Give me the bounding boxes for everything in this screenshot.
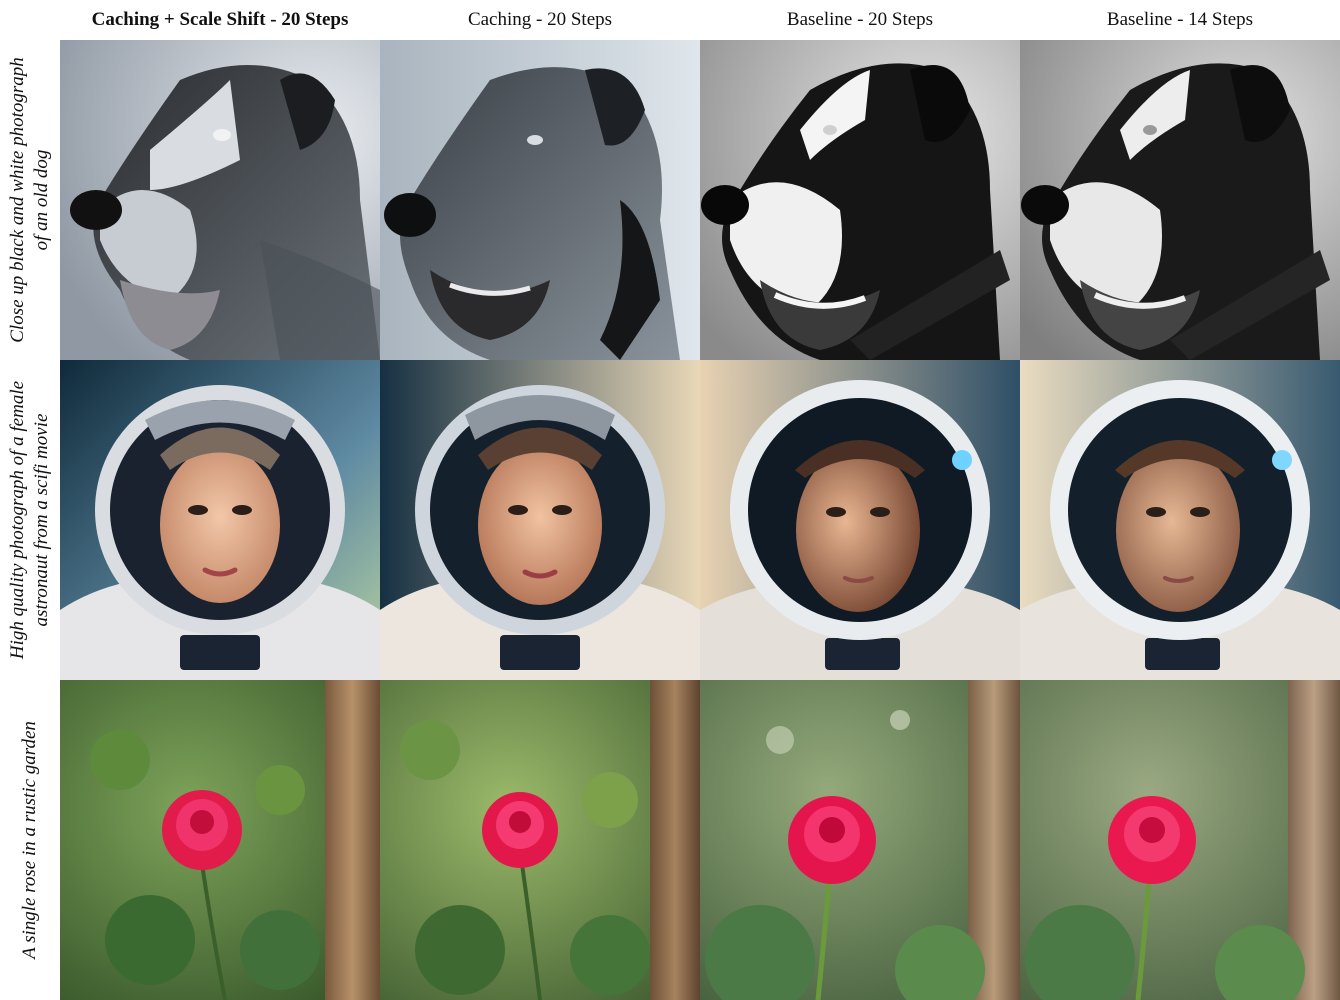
row-label-dog: Close up black and white photograph of a… (0, 40, 60, 360)
column-header-caching: Caching - 20 Steps (467, 9, 613, 30)
image-dog-baseline-14 (1020, 40, 1340, 360)
row-label-astronaut-line2: astronaut from a scifi movie (31, 413, 52, 627)
image-astronaut-caching-scale-shift (60, 360, 380, 680)
image-dog-caching (380, 40, 700, 360)
column-header-baseline-20: Baseline - 20 Steps (786, 9, 934, 30)
image-rose-caching (380, 680, 700, 1000)
image-dog-caching-scale-shift (60, 40, 380, 360)
image-astronaut-baseline-20 (700, 360, 1020, 680)
image-astronaut-baseline-14 (1020, 360, 1340, 680)
row-label-astronaut-line1: High quality photograph of a female (7, 380, 28, 660)
column-header-caching-scale-shift: Caching + Scale Shift - 20 Steps (91, 9, 349, 30)
row-label-rose-line1: A single rose in a rustic garden (19, 721, 40, 959)
image-rose-baseline-20 (700, 680, 1020, 1000)
column-header-baseline-14: Baseline - 14 Steps (1106, 9, 1254, 30)
row-label-dog-line2: of an old dog (31, 149, 53, 251)
row-label-dog-line1: Close up black and white photograph (7, 57, 29, 343)
image-dog-baseline-20 (700, 40, 1020, 360)
image-rose-baseline-14 (1020, 680, 1340, 1000)
row-label-astronaut: High quality photograph of a female astr… (0, 360, 60, 680)
image-rose-caching-scale-shift (60, 680, 380, 1000)
image-astronaut-caching (380, 360, 700, 680)
row-label-rose: A single rose in a rustic garden (0, 680, 60, 1000)
